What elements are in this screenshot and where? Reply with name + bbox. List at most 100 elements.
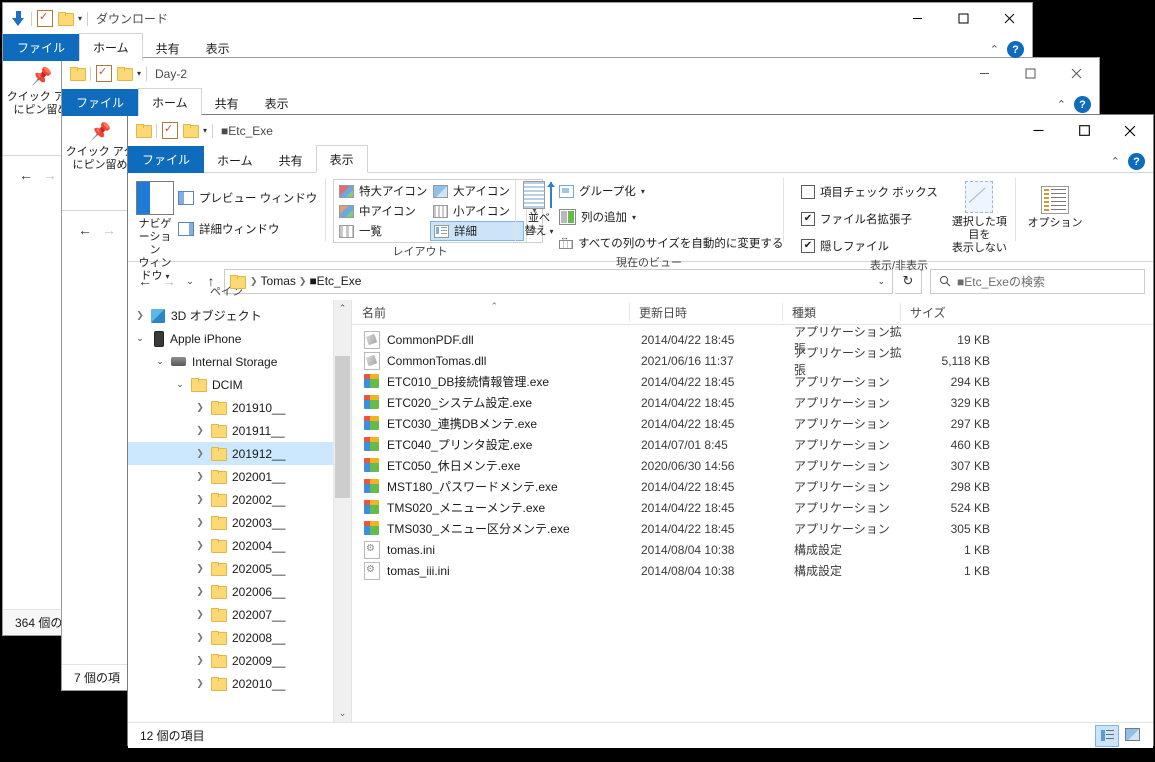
tab-file[interactable]: ファイル [128,146,205,173]
ribbon-controls-etc-exe[interactable]: ⌃ ? [1111,153,1145,170]
collapse-ribbon-icon[interactable]: ⌃ [990,43,999,56]
chevron-right-icon[interactable]: ❯ [192,471,208,482]
table-row[interactable]: ETC040_プリンタ設定.exe 2014/07/01 8:45 アプリケーション… [352,434,1153,455]
layout-extra-large-icons[interactable]: 特大アイコン [336,181,430,201]
chevron-right-icon[interactable]: ❯ [192,494,208,505]
chevron-right-icon[interactable]: ❯ [192,540,208,551]
tree-item[interactable]: ❯ 201911__ [128,419,351,442]
chevron-right-icon[interactable]: ❯ [132,310,148,321]
chevron-down-icon[interactable]: ▾ [632,213,636,222]
chevron-right-icon[interactable]: ❯ [192,425,208,436]
tab-view-downloads[interactable]: 表示 [193,36,243,61]
table-row[interactable]: ETC010_DB接続情報管理.exe 2014/04/22 18:45 アプリケー… [352,371,1153,392]
minimize-button[interactable] [1015,115,1061,146]
tree-item[interactable]: ❯ 202003__ [128,511,351,534]
properties-icon[interactable] [37,10,53,27]
table-row[interactable]: tomas_iii.ini 2014/08/04 10:38 構成設定 1 KB [352,560,1153,581]
ribbon-controls-day2[interactable]: ⌃ ? [1057,96,1091,113]
checkbox-icon[interactable] [801,239,815,253]
column-headers[interactable]: ⌃ 名前 更新日時 種類 サイズ [352,300,1153,325]
table-row[interactable]: TMS020_メニューメンテ.exe 2014/04/22 18:45 アプリケーシ… [352,497,1153,518]
navigation-pane[interactable]: ❯ 3D オブジェクト ⌄ Apple iPhone ⌄ Internal Storage… [128,300,352,722]
chevron-right-icon[interactable]: ❯ [192,678,208,689]
chevron-down-icon[interactable]: ▾ [641,187,645,196]
file-list-pane[interactable]: ⌃ 名前 更新日時 種類 サイズ CommonPDF.dll 2014/04/22… [352,300,1153,722]
chevron-right-icon[interactable]: ❯ [192,655,208,666]
file-name-cell[interactable]: tomas.ini [352,540,631,559]
hidden-items-checkbox[interactable]: 隠しファイル [797,235,942,257]
size-all-columns-button[interactable]: すべての列のサイズを自動的に変更する [555,232,787,254]
minimize-button-downloads[interactable] [894,3,940,34]
large-icons-view-button[interactable] [1121,725,1143,745]
chevron-down-icon[interactable]: ▾ [137,69,141,78]
navigation-pane-button[interactable]: ナビゲーション ウィンドウ ▾ [136,177,174,283]
column-header-type[interactable]: 種類 [782,300,900,324]
maximize-button-day2[interactable] [1007,58,1053,89]
layout-medium-icons[interactable]: 中アイコン [336,201,430,221]
tab-share-downloads[interactable]: 共有 [143,36,193,61]
column-header-modified[interactable]: 更新日時 [629,300,782,324]
layout-list[interactable]: 一覧 [336,221,430,241]
tab-home[interactable]: ホーム [204,148,266,173]
window-controls-day2[interactable] [961,58,1099,89]
table-row[interactable]: MST180_パスワードメンテ.exe 2014/04/22 18:45 アプリケー… [352,476,1153,497]
tab-home-downloads[interactable]: ホーム [79,33,143,61]
layout-large-icons[interactable]: 大アイコン [430,181,524,201]
tabstrip-day2[interactable]: ファイル ホーム 共有 表示 ⌃ ? [62,88,1099,116]
help-icon[interactable]: ? [1074,96,1091,113]
tab-home-day2[interactable]: ホーム [138,88,202,116]
collapse-ribbon-icon[interactable]: ⌃ [1111,155,1120,168]
collapse-ribbon-icon[interactable]: ⌃ [1057,98,1066,111]
tree-item[interactable]: ❯ 202009__ [128,649,351,672]
chevron-down-icon[interactable]: ⌄ [152,356,168,367]
scroll-up-icon[interactable]: ⌃ [334,300,351,317]
file-name-cell[interactable]: TMS020_メニューメンテ.exe [352,499,631,516]
tree-item[interactable]: ❯ 202002__ [128,488,351,511]
chevron-down-icon[interactable]: ⌄ [172,379,188,390]
tabstrip-etc-exe[interactable]: ファイル ホーム 共有 表示 ⌃ ? [128,145,1153,173]
scroll-down-icon[interactable]: ⌄ [334,705,351,722]
file-name-cell[interactable]: CommonPDF.dll [352,330,631,349]
help-icon[interactable]: ? [1128,153,1145,170]
table-row[interactable]: CommonPDF.dll 2014/04/22 18:45 アプリケーション拡張 1… [352,325,1153,356]
close-button-downloads[interactable] [986,3,1032,34]
back-button-day2[interactable]: ← [74,219,96,241]
quick-access-toolbar-etc-exe[interactable]: ▾ [128,115,214,146]
chevron-right-icon[interactable]: ❯ [192,448,208,459]
forward-button-downloads[interactable]: → [39,164,61,186]
quick-access-toolbar-downloads[interactable]: ▾ [3,3,89,34]
chevron-right-icon[interactable]: ❯ [192,609,208,620]
chevron-down-icon[interactable]: ▾ [550,227,554,236]
tree-item[interactable]: ❯ 3D オブジェクト [128,304,351,327]
file-name-cell[interactable]: ETC030_連携DBメンテ.exe [352,415,631,432]
table-row[interactable]: TMS030_メニュー区分メンテ.exe 2014/04/22 18:45 アプリケ… [352,518,1153,539]
chevron-right-icon[interactable]: ❯ [192,563,208,574]
layout-small-icons[interactable]: 小アイコン [430,201,524,221]
details-pane-button[interactable]: 詳細ウィンドウ [174,218,321,240]
add-columns-button[interactable]: 列の追加 ▾ [555,206,787,228]
properties-icon[interactable] [96,65,112,82]
tree-item[interactable]: ⌄ Apple iPhone [128,327,351,350]
scrollbar-thumb[interactable] [335,356,350,498]
new-folder-icon[interactable] [117,67,133,81]
table-row[interactable]: tomas.ini 2014/08/04 10:38 構成設定 1 KB [352,539,1153,560]
chevron-down-icon[interactable]: ⌄ [132,333,148,344]
file-name-cell[interactable]: ETC040_プリンタ設定.exe [352,436,631,453]
tab-view-day2[interactable]: 表示 [252,91,302,116]
file-name-cell[interactable]: tomas_iii.ini [352,561,631,580]
chevron-down-icon[interactable]: ▾ [78,14,82,23]
properties-icon[interactable] [162,122,178,139]
new-folder-icon[interactable] [183,124,199,138]
checkbox-icon[interactable] [801,212,815,226]
forward-button-day2[interactable]: → [98,219,120,241]
chevron-right-icon[interactable]: ❯ [192,632,208,643]
table-row[interactable]: ETC020_システム設定.exe 2014/04/22 18:45 アプリケーショ… [352,392,1153,413]
item-checkboxes-checkbox[interactable]: 項目チェック ボックス [797,181,942,203]
table-row[interactable]: ETC030_連携DBメンテ.exe 2014/04/22 18:45 アプリケーシ… [352,413,1153,434]
help-icon[interactable]: ? [1007,41,1024,58]
chevron-right-icon[interactable]: ❯ [192,517,208,528]
chevron-right-icon[interactable]: ❯ [192,586,208,597]
tree-item[interactable]: ❯ 202008__ [128,626,351,649]
tab-share-day2[interactable]: 共有 [202,91,252,116]
tree-item[interactable]: ❯ 202005__ [128,557,351,580]
